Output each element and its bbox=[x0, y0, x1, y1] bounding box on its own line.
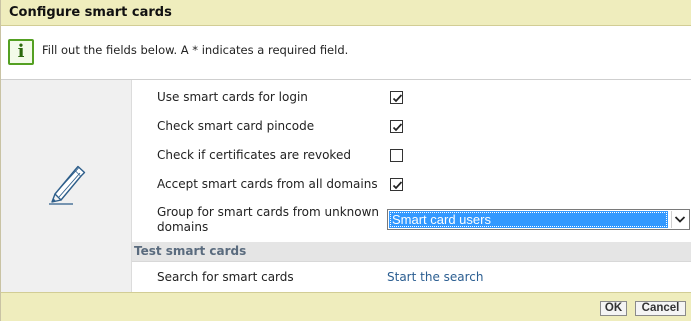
group-label-line1: Group for smart cards from unknown bbox=[157, 205, 380, 219]
form-area: Use smart cards for login Check smart ca… bbox=[132, 80, 691, 242]
configure-smart-cards-dialog: Configure smart cards i Fill out the fie… bbox=[0, 0, 691, 321]
start-search-link[interactable]: Start the search bbox=[387, 270, 484, 284]
info-bar: i Fill out the fields below. A * indicat… bbox=[1, 26, 691, 80]
checkmark-icon bbox=[392, 123, 403, 132]
checkmark-icon bbox=[392, 181, 403, 190]
accept-all-domains-checkbox[interactable] bbox=[390, 178, 403, 191]
left-panel bbox=[1, 80, 132, 292]
test-smart-cards-header: Test smart cards bbox=[132, 242, 691, 262]
footer: OK Cancel bbox=[1, 292, 691, 321]
ok-button[interactable]: OK bbox=[600, 301, 627, 316]
dropdown-arrow-icon[interactable] bbox=[671, 211, 688, 228]
checkmark-icon bbox=[392, 94, 403, 103]
info-icon: i bbox=[8, 39, 34, 65]
check-revoked-checkbox[interactable] bbox=[390, 149, 403, 162]
cancel-button[interactable]: Cancel bbox=[635, 301, 686, 316]
section-title: Test smart cards bbox=[134, 244, 247, 258]
title-bar: Configure smart cards bbox=[1, 0, 691, 26]
use-smart-cards-checkbox[interactable] bbox=[390, 91, 403, 104]
check-revoked-label: Check if certificates are revoked bbox=[157, 148, 351, 162]
unknown-domain-group-select[interactable]: Smart card users bbox=[387, 209, 690, 230]
pencil-icon bbox=[49, 165, 86, 205]
select-value: Smart card users bbox=[389, 211, 668, 228]
info-message: Fill out the fields below. A * indicates… bbox=[42, 43, 349, 57]
check-pincode-label: Check smart card pincode bbox=[157, 119, 315, 133]
search-label: Search for smart cards bbox=[157, 270, 294, 284]
search-row: Search for smart cards Start the search bbox=[132, 262, 691, 292]
check-pincode-checkbox[interactable] bbox=[390, 120, 403, 133]
group-label-line2: domains bbox=[157, 220, 209, 234]
dialog-title: Configure smart cards bbox=[9, 5, 172, 20]
accept-all-domains-label: Accept smart cards from all domains bbox=[157, 177, 378, 191]
use-smart-cards-label: Use smart cards for login bbox=[157, 90, 308, 104]
